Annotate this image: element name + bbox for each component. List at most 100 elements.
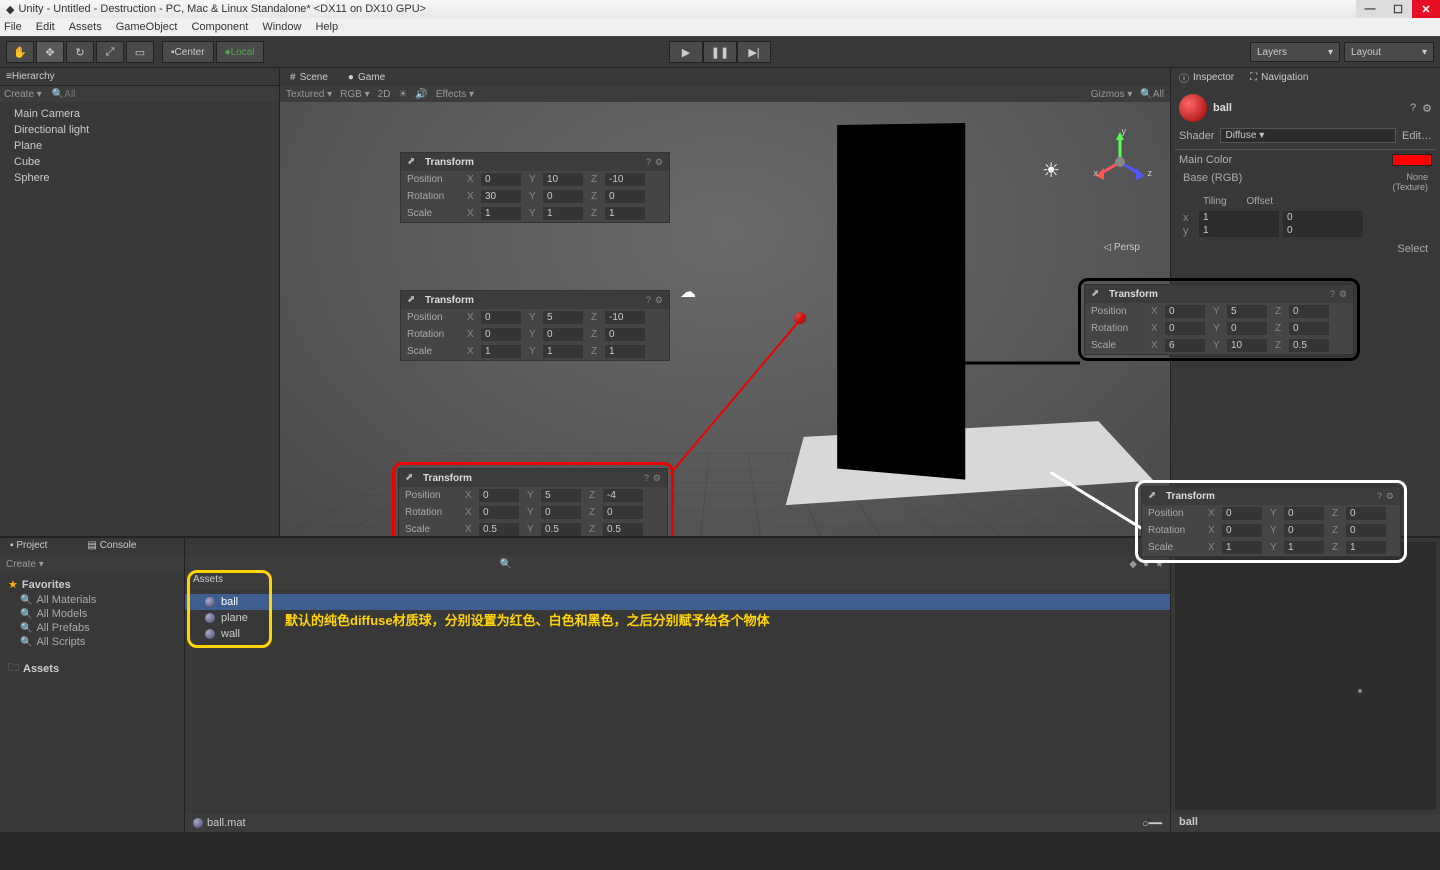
audio-toggle-icon[interactable]: 🔊 bbox=[415, 89, 427, 100]
gizmos-dropdown[interactable]: Gizmos ▾ bbox=[1091, 89, 1133, 100]
transform-icon: ⬈ bbox=[1091, 288, 1103, 300]
offset-y-input[interactable] bbox=[1283, 224, 1363, 237]
pivot-center-toggle[interactable]: ▪ Center bbox=[162, 41, 214, 63]
step-button[interactable]: ▶| bbox=[737, 41, 771, 63]
assets-folder[interactable]: 🗀Assets bbox=[4, 657, 180, 680]
help-icon[interactable]: ? bbox=[1330, 289, 1335, 300]
game-tab[interactable]: ● Game bbox=[338, 70, 395, 85]
scale-tool-button[interactable]: ⤢ bbox=[96, 41, 124, 63]
draw-mode-dropdown[interactable]: Textured ▾ bbox=[286, 89, 332, 100]
transform-overlay-camera: ⬈Transform?⚙ PositionX0Y10Z-10 RotationX… bbox=[400, 152, 670, 223]
minimize-button[interactable]: — bbox=[1356, 0, 1384, 18]
hierarchy-search-input[interactable]: 🔍All bbox=[52, 89, 76, 100]
gear-icon[interactable]: ⚙ bbox=[655, 157, 663, 168]
help-icon[interactable]: ? bbox=[646, 295, 651, 306]
translate-tool-button[interactable]: ✥ bbox=[36, 41, 64, 63]
hierarchy-item[interactable]: Main Camera bbox=[0, 106, 279, 122]
material-icon bbox=[205, 629, 215, 639]
project-tab[interactable]: ▪ Project bbox=[0, 538, 57, 556]
shader-dropdown[interactable]: Diffuse ▾ bbox=[1220, 128, 1396, 143]
help-icon[interactable]: ? bbox=[1377, 491, 1382, 502]
orientation-gizmo[interactable] bbox=[1090, 132, 1150, 192]
chevron-down-icon: ▾ bbox=[1328, 47, 1333, 58]
menu-assets[interactable]: Assets bbox=[69, 21, 102, 33]
menu-component[interactable]: Component bbox=[191, 21, 248, 33]
assets-breadcrumb[interactable]: Assets bbox=[185, 572, 1170, 590]
transform-overlay-cube: ⬈Transform?⚙ PositionX0Y5Z0 RotationX0Y0… bbox=[1084, 284, 1354, 355]
offset-header: Offset bbox=[1247, 196, 1274, 207]
favorites-header[interactable]: ★Favorites bbox=[4, 576, 180, 593]
menu-file[interactable]: File bbox=[4, 21, 22, 33]
help-icon[interactable]: ? bbox=[646, 157, 651, 168]
favorite-item[interactable]: 🔍All Scripts bbox=[4, 635, 180, 649]
render-mode-dropdown[interactable]: RGB ▾ bbox=[340, 89, 369, 100]
shader-label: Shader bbox=[1179, 130, 1214, 142]
persp-label[interactable]: ◁ Persp bbox=[1103, 242, 1140, 253]
scene-sphere-object[interactable] bbox=[794, 312, 806, 324]
layout-dropdown[interactable]: Layout▾ bbox=[1344, 42, 1434, 62]
menu-help[interactable]: Help bbox=[315, 21, 338, 33]
favorite-item[interactable]: 🔍All Prefabs bbox=[4, 621, 180, 635]
close-button[interactable]: ✕ bbox=[1412, 0, 1440, 18]
gear-icon[interactable]: ⚙ bbox=[653, 473, 661, 484]
rotate-tool-button[interactable]: ↻ bbox=[66, 41, 94, 63]
hierarchy-create-dropdown[interactable]: Create ▾ bbox=[4, 89, 42, 100]
gear-icon[interactable]: ⚙ bbox=[655, 295, 663, 306]
hierarchy-item[interactable]: Cube bbox=[0, 154, 279, 170]
navigation-tab[interactable]: ⛶ Navigation bbox=[1242, 68, 1316, 86]
console-tab[interactable]: ▤ Console bbox=[77, 538, 146, 556]
slider-handle[interactable]: ○━━ bbox=[1142, 817, 1162, 830]
scene-viewport[interactable]: ☁ ☀ x y z ◁ Persp ⬈Transform?⚙ PositionX… bbox=[280, 102, 1170, 536]
material-icon bbox=[193, 818, 203, 828]
lighting-toggle-icon[interactable]: ☀ bbox=[398, 89, 407, 100]
texture-select-button[interactable]: Select bbox=[1175, 239, 1436, 259]
hand-tool-button[interactable]: ✋ bbox=[6, 41, 34, 63]
asset-item[interactable]: ball bbox=[185, 594, 1170, 610]
transform-icon: ⬈ bbox=[1148, 490, 1160, 502]
play-button[interactable]: ▶ bbox=[669, 41, 703, 63]
project-create-dropdown[interactable]: Create ▾ bbox=[6, 559, 44, 570]
rect-tool-button[interactable]: ▭ bbox=[126, 41, 154, 63]
hierarchy-item[interactable]: Directional light bbox=[0, 122, 279, 138]
search-icon: 🔍 bbox=[20, 623, 32, 634]
annotation-line-red bbox=[670, 314, 810, 474]
light-gizmo-icon[interactable]: ☁ bbox=[680, 282, 696, 302]
scene-search-input[interactable]: 🔍All bbox=[1140, 89, 1164, 100]
scene-cube-object[interactable] bbox=[837, 123, 965, 480]
asset-path-label: ball.mat bbox=[207, 817, 246, 829]
favorite-item[interactable]: 🔍All Materials bbox=[4, 593, 180, 607]
annotation-line-black bbox=[950, 360, 1080, 366]
hierarchy-item[interactable]: Plane bbox=[0, 138, 279, 154]
local-global-toggle[interactable]: ● Local bbox=[216, 41, 264, 63]
favorite-item[interactable]: 🔍All Models bbox=[4, 607, 180, 621]
pause-button[interactable]: ❚❚ bbox=[703, 41, 737, 63]
main-toolbar: ✋ ✥ ↻ ⤢ ▭ ▪ Center ● Local ▶ ❚❚ ▶| Layer… bbox=[0, 36, 1440, 68]
edit-button[interactable]: Edit… bbox=[1402, 130, 1432, 142]
hierarchy-item[interactable]: Sphere bbox=[0, 170, 279, 186]
maximize-button[interactable]: ☐ bbox=[1384, 0, 1412, 18]
main-color-swatch[interactable] bbox=[1392, 154, 1432, 166]
scene-tab[interactable]: # Scene bbox=[280, 70, 338, 85]
gear-icon[interactable]: ⚙ bbox=[1386, 491, 1394, 502]
menu-gameobject[interactable]: GameObject bbox=[116, 21, 178, 33]
tiling-y-input[interactable] bbox=[1199, 224, 1279, 237]
help-icon[interactable]: ? bbox=[644, 473, 649, 484]
menu-edit[interactable]: Edit bbox=[36, 21, 55, 33]
texture-slot[interactable]: None (Texture) bbox=[1392, 172, 1428, 192]
transform-icon: ⬈ bbox=[407, 294, 419, 306]
2d-toggle[interactable]: 2D bbox=[378, 89, 391, 100]
preview-footer-label: ball bbox=[1171, 814, 1440, 832]
transform-overlay-sphere-highlight: ⬈Transform?⚙ PositionX0Y5Z-4 RotationX0Y… bbox=[392, 462, 674, 536]
inspector-tab[interactable]: ⓘ Inspector bbox=[1171, 68, 1242, 86]
gear-icon[interactable]: ⚙ bbox=[1422, 102, 1432, 115]
tiling-x-input[interactable] bbox=[1199, 211, 1279, 224]
assets-search-input[interactable]: 🔍 bbox=[500, 559, 512, 570]
help-icon[interactable]: ? bbox=[1410, 102, 1416, 114]
filter-icon[interactable]: ◆ bbox=[1129, 559, 1137, 570]
layers-dropdown[interactable]: Layers▾ bbox=[1250, 42, 1340, 62]
gear-icon[interactable]: ⚙ bbox=[1339, 289, 1347, 300]
offset-x-input[interactable] bbox=[1283, 211, 1363, 224]
effects-dropdown[interactable]: Effects ▾ bbox=[436, 89, 474, 100]
hierarchy-tab[interactable]: ≡ Hierarchy bbox=[0, 68, 279, 86]
menu-window[interactable]: Window bbox=[262, 21, 301, 33]
